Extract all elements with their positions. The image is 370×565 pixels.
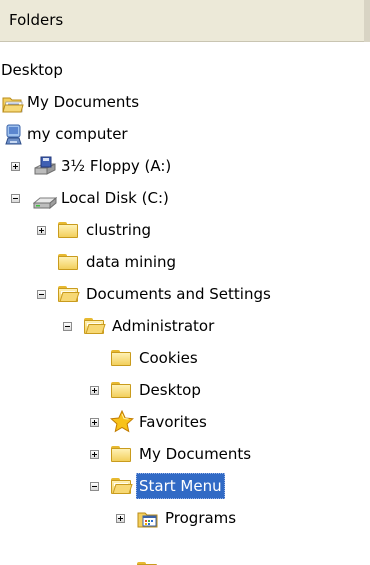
tree-item-label: My Documents — [139, 445, 252, 463]
expand-plus-icon[interactable] — [37, 226, 46, 235]
header-edge — [364, 0, 370, 42]
tree-item-label: my computer — [27, 125, 128, 143]
collapse-minus-icon[interactable] — [11, 194, 20, 203]
computer-icon — [4, 124, 24, 145]
open-folder-icon — [2, 93, 24, 113]
folder-icon — [111, 445, 131, 463]
tree-item-my-computer[interactable]: my computer — [0, 118, 150, 150]
open-folder-icon — [58, 285, 80, 303]
expand-plus-icon[interactable] — [90, 418, 99, 427]
tree-item-label: Local Disk (C:) — [61, 189, 169, 207]
floppy-drive-icon — [33, 156, 56, 175]
tree-item-favorites[interactable]: Favorites — [0, 406, 300, 438]
tree-item-admin-my-documents[interactable]: My Documents — [0, 438, 370, 470]
tree-item-label: Start Menu — [136, 473, 225, 499]
tree-item-label: data mining — [86, 253, 177, 271]
collapse-minus-icon[interactable] — [63, 322, 72, 331]
tree-item-local-disk[interactable]: Local Disk (C:) — [0, 182, 220, 214]
tree-item-floppy[interactable]: 3½ Floppy (A:) — [0, 150, 200, 182]
collapse-minus-icon[interactable] — [37, 290, 46, 299]
open-folder-icon — [84, 317, 106, 335]
tree-item-admin-desktop[interactable]: Desktop — [0, 374, 300, 406]
folder-icon — [58, 253, 78, 271]
tree-item-documents-and-settings[interactable]: Documents and Settings — [0, 278, 370, 310]
tree-item-administrator[interactable]: Administrator — [0, 310, 300, 342]
collapse-minus-icon[interactable] — [90, 482, 99, 491]
expand-plus-icon[interactable] — [11, 162, 20, 171]
folders-pane-title: Folders — [9, 11, 64, 29]
tree-item-partial[interactable] — [0, 534, 300, 565]
tree-item-my-documents[interactable]: My Documents — [0, 86, 150, 118]
tree-item-programs[interactable]: Programs — [0, 502, 300, 534]
folder-icon — [111, 381, 131, 399]
hard-disk-icon — [32, 190, 58, 210]
tree-item-label: 3½ Floppy (A:) — [61, 157, 172, 175]
tree-item-label: Administrator — [112, 317, 215, 335]
star-icon — [110, 409, 134, 433]
folder-icon — [58, 221, 78, 239]
tree-item-label: Favorites — [139, 413, 207, 431]
tree-item-label: clustring — [86, 221, 151, 239]
folders-pane-header: Folders — [0, 0, 370, 42]
folder-icon — [111, 349, 131, 367]
tree-item-start-menu[interactable]: Start Menu — [0, 470, 300, 502]
programs-folder-icon — [137, 508, 158, 528]
expand-plus-icon[interactable] — [90, 450, 99, 459]
tree-item-label: Desktop — [139, 381, 201, 399]
tree-item-clustring[interactable]: clustring — [0, 214, 200, 246]
folder-icon — [137, 561, 157, 565]
tree-item-label: Desktop — [1, 61, 63, 79]
tree-item-label: Documents and Settings — [86, 285, 271, 303]
tree-item-label: Programs — [165, 509, 237, 527]
expand-plus-icon[interactable] — [90, 386, 99, 395]
open-folder-icon — [111, 477, 133, 495]
expand-plus-icon[interactable] — [116, 514, 125, 523]
tree-item-label: My Documents — [27, 93, 140, 111]
tree-item-label: Cookies — [139, 349, 198, 367]
tree-item-data-mining[interactable]: data mining — [0, 246, 220, 278]
tree-item-cookies[interactable]: Cookies — [0, 342, 300, 374]
